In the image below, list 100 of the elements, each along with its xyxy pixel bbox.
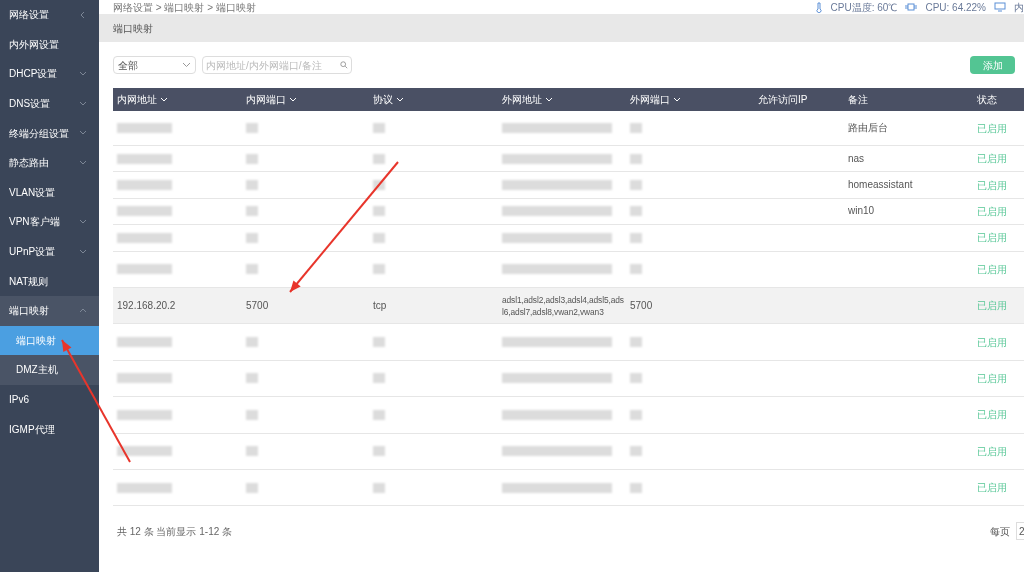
monitor-icon <box>994 2 1006 12</box>
sidebar-item[interactable]: 静态路由 <box>0 147 99 178</box>
redacted-block <box>246 446 258 457</box>
redacted-block <box>117 153 172 164</box>
redacted-block <box>630 206 642 217</box>
chevron-down-icon <box>79 158 87 167</box>
table-cell-text: 5700 <box>246 299 270 312</box>
redacted-block <box>117 123 172 133</box>
redacted-block <box>373 153 385 164</box>
table-cell-text: homeassistant <box>848 179 914 192</box>
redacted-block <box>630 373 642 384</box>
redacted-block <box>373 482 385 493</box>
sidebar-item[interactable]: VPN客户端 <box>0 207 99 237</box>
redacted-block <box>630 337 642 348</box>
redacted-block <box>373 446 385 457</box>
column-header[interactable]: 内网地址 <box>117 92 157 107</box>
column-header[interactable]: 内网端口 <box>246 92 286 107</box>
chevron-up-icon <box>79 306 87 315</box>
redacted-block <box>373 337 385 348</box>
sidebar-item[interactable]: IGMP代理 <box>0 414 99 444</box>
table-cell-text: 5700 <box>630 299 654 312</box>
sidebar-item[interactable]: 终端分组设置 <box>0 118 99 148</box>
sidebar-item[interactable]: NAT规则 <box>0 266 99 296</box>
pagination-summary: 共 12 条 当前显示 1-12 条 <box>117 524 233 539</box>
column-header[interactable]: 外网端口 <box>630 92 670 107</box>
filter-dropdown[interactable]: 全部 <box>113 56 196 74</box>
memory-usage: 内 <box>1014 0 1024 15</box>
redacted-block <box>373 373 385 384</box>
table-cell-text: win10 <box>848 205 876 218</box>
redacted-block <box>246 206 258 217</box>
redacted-block <box>630 153 642 164</box>
status-label: 已启用 <box>977 205 1007 217</box>
redacted-block <box>630 232 642 243</box>
redacted-block <box>246 409 258 420</box>
redacted-block <box>117 337 172 348</box>
redacted-block <box>117 264 172 275</box>
redacted-block <box>630 264 642 275</box>
table-cell-text: nas <box>848 152 866 165</box>
redacted-block <box>630 123 642 133</box>
sidebar-item[interactable]: UPnP设置 <box>0 236 99 267</box>
search-icon <box>340 60 348 70</box>
status-label: 已启用 <box>977 482 1007 494</box>
sidebar-item[interactable]: 内外网设置 <box>0 29 99 60</box>
sidebar-item[interactable]: DHCP设置 <box>0 59 99 89</box>
redacted-block <box>117 409 172 420</box>
column-header: 状态 <box>977 93 997 107</box>
redacted-block <box>373 409 385 420</box>
search-field[interactable]: 内网地址/内外网端口/备注 <box>202 56 352 74</box>
column-header: 备注 <box>848 93 868 107</box>
cpu-temperature: CPU温度: 60℃ <box>830 0 898 15</box>
redacted-block <box>246 123 258 133</box>
status-label: 已启用 <box>977 445 1007 457</box>
chevron-down-icon <box>79 99 87 108</box>
sidebar-item[interactable]: IPv6 <box>0 384 99 415</box>
redacted-block <box>117 446 172 457</box>
sidebar-header[interactable]: 网络设置 <box>0 0 99 30</box>
redacted-block <box>117 180 172 191</box>
redacted-block <box>246 373 258 384</box>
table-cell-text: 路由后台 <box>848 122 889 134</box>
chip-icon <box>905 2 918 12</box>
per-page-label: 每页 <box>990 524 1010 539</box>
page-title: 端口映射 <box>113 21 153 36</box>
redacted-block <box>246 153 258 164</box>
redacted-block <box>630 180 642 191</box>
redacted-block <box>373 206 385 217</box>
sidebar-item[interactable]: VLAN设置 <box>0 177 99 208</box>
table-cell: adsl1,adsl2,adsl3,adsl4,adsl5,adsl6,adsl7,adsl8,vwan2,vwan3 <box>502 293 624 318</box>
redacted-block <box>117 482 172 493</box>
sidebar-item[interactable]: DNS设置 <box>0 88 99 119</box>
chevron-down-icon <box>79 70 87 78</box>
redacted-block <box>246 180 258 191</box>
redacted-block <box>630 409 642 420</box>
submenu-item[interactable]: DMZ主机 <box>0 355 99 385</box>
per-page-select[interactable]: 2 <box>1016 522 1024 541</box>
redacted-block <box>373 232 385 243</box>
column-header[interactable]: 协议 <box>373 92 393 107</box>
redacted-block <box>246 264 258 275</box>
redacted-block <box>246 232 258 243</box>
redacted-block <box>630 446 642 457</box>
column-header: 允许访问IP <box>758 93 808 107</box>
sidebar-item[interactable]: 端口映射 <box>0 295 99 326</box>
status-label: 已启用 <box>977 409 1007 421</box>
cpu-usage: CPU: 64.22% <box>925 0 986 15</box>
status-label: 已启用 <box>977 300 1007 312</box>
redacted-block <box>117 232 172 243</box>
table-cell-text: tcp <box>373 299 388 312</box>
status-label: 已启用 <box>977 336 1007 348</box>
chevron-left-icon <box>79 10 87 19</box>
redacted-block <box>246 337 258 348</box>
table-cell-text: 192.168.20.2 <box>117 299 177 312</box>
status-label: 已启用 <box>977 179 1007 191</box>
breadcrumb: 网络设置 > 端口映射 > 端口映射 <box>113 0 256 15</box>
chevron-down-icon <box>79 217 87 226</box>
column-header[interactable]: 外网地址 <box>502 92 542 107</box>
chevron-down-icon <box>182 62 191 68</box>
redacted-block <box>246 482 258 493</box>
status-label: 已启用 <box>977 232 1007 244</box>
redacted-block <box>630 482 642 493</box>
redacted-block <box>373 123 385 133</box>
redacted-block <box>373 264 385 275</box>
